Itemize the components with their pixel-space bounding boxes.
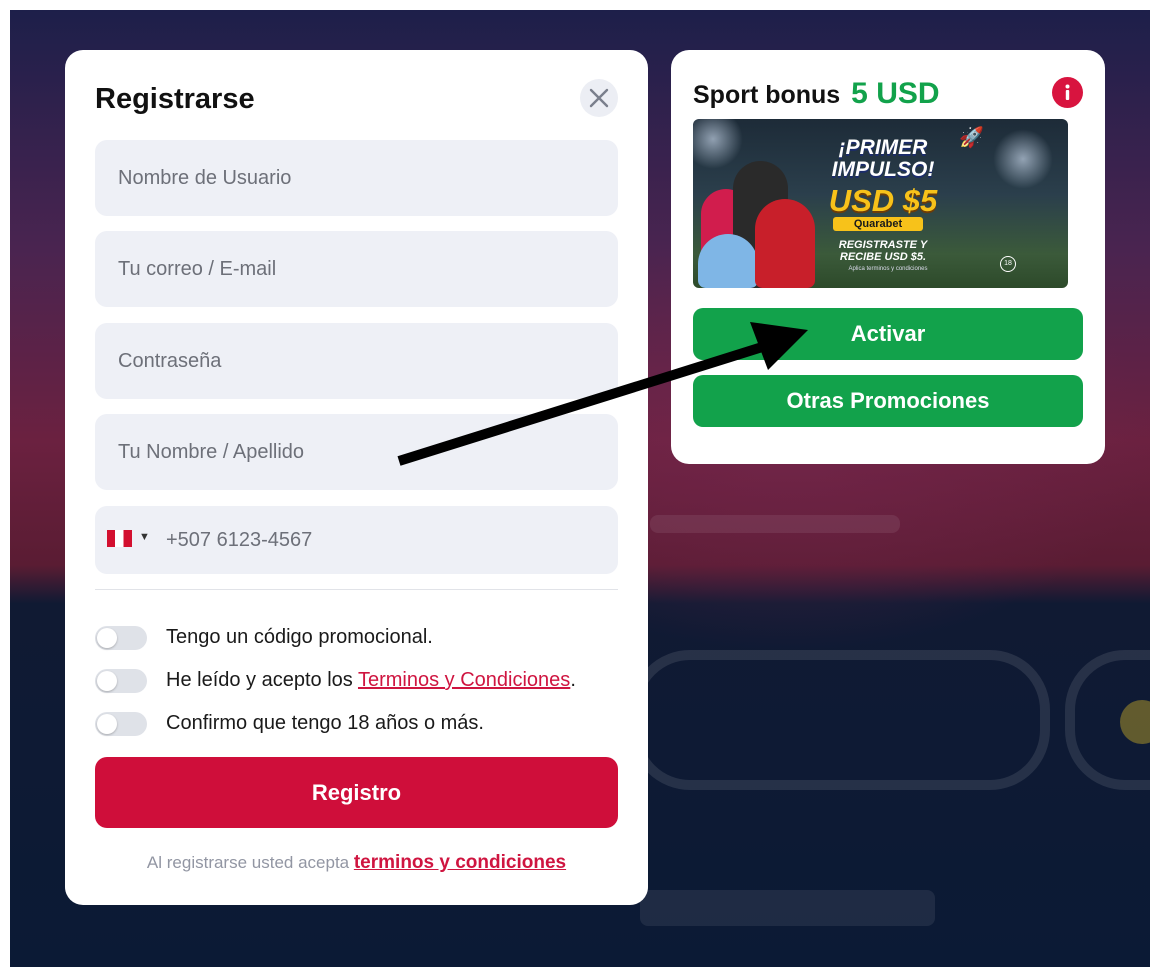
close-button[interactable] bbox=[580, 79, 618, 117]
promo-code-label: Tengo un código promocional. bbox=[166, 626, 433, 648]
info-icon bbox=[1065, 84, 1070, 100]
registration-modal: Registrarse ▼ Tengo un código promociona… bbox=[65, 50, 648, 905]
register-button[interactable]: Registro bbox=[95, 757, 618, 828]
backdrop-heading-blur bbox=[640, 890, 935, 926]
age-toggle[interactable] bbox=[95, 712, 147, 736]
fullname-input[interactable] bbox=[95, 414, 618, 490]
terms-row: He leído y acepto los Terminos y Condici… bbox=[95, 667, 618, 695]
bonus-title: Sport bonus 5 USD bbox=[693, 77, 940, 111]
player-figure bbox=[698, 234, 758, 288]
banner-fine-print: Aplica terminos y condiciones bbox=[848, 266, 928, 272]
age-label: Confirmo que tengo 18 años o más. bbox=[166, 712, 484, 734]
promo-code-toggle[interactable] bbox=[95, 626, 147, 650]
stadium-light bbox=[693, 119, 743, 169]
close-icon bbox=[589, 88, 609, 108]
footer-note: Al registrarse usted acepta terminos y c… bbox=[65, 852, 648, 874]
terms-toggle[interactable] bbox=[95, 669, 147, 693]
footer-note-prefix: Al registrarse usted acepta bbox=[146, 853, 354, 872]
terms-label-suffix: . bbox=[570, 669, 576, 691]
player-figure bbox=[755, 199, 815, 288]
toggle-knob bbox=[97, 628, 117, 648]
phone-input[interactable] bbox=[95, 506, 618, 574]
banner-subline: REGISTRASTE Y RECIBE USD $5. bbox=[838, 239, 928, 263]
banner-amount: USD $5 bbox=[828, 183, 938, 218]
modal-title: Registrarse bbox=[95, 83, 255, 115]
other-promotions-button[interactable]: Otras Promociones bbox=[693, 375, 1083, 427]
bonus-card: Sport bonus 5 USD 🚀 ¡PRIMER IMPULSO! USD… bbox=[671, 50, 1105, 464]
footer-terms-link[interactable]: terminos y condiciones bbox=[354, 852, 566, 873]
phone-field: ▼ bbox=[95, 506, 618, 574]
promo-banner: 🚀 ¡PRIMER IMPULSO! USD $5 Quarabet REGIS… bbox=[693, 119, 1068, 288]
rocket-icon: 🚀 bbox=[959, 127, 984, 149]
info-button[interactable] bbox=[1052, 77, 1083, 108]
terms-link[interactable]: Terminos y Condiciones bbox=[358, 669, 570, 691]
username-field bbox=[95, 140, 618, 216]
bonus-amount: 5 USD bbox=[851, 77, 940, 110]
banner-headline: ¡PRIMER IMPULSO! bbox=[831, 136, 935, 181]
divider bbox=[95, 589, 618, 590]
banner-brand: Quarabet bbox=[833, 217, 923, 231]
age-row: Confirmo que tengo 18 años o más. bbox=[95, 710, 618, 738]
activate-button[interactable]: Activar bbox=[693, 308, 1083, 360]
stadium-light bbox=[993, 129, 1053, 189]
bonus-title-label: Sport bonus bbox=[693, 81, 841, 109]
backdrop-text-blur bbox=[650, 515, 900, 533]
email-field bbox=[95, 231, 618, 307]
email-input[interactable] bbox=[95, 231, 618, 307]
toggle-knob bbox=[97, 714, 117, 734]
password-field bbox=[95, 323, 618, 399]
password-input[interactable] bbox=[95, 323, 618, 399]
toggle-knob bbox=[97, 671, 117, 691]
backdrop-pill bbox=[630, 650, 1050, 790]
username-input[interactable] bbox=[95, 140, 618, 216]
fullname-field bbox=[95, 414, 618, 490]
promo-code-row: Tengo un código promocional. bbox=[95, 624, 618, 652]
terms-label-prefix: He leído y acepto los bbox=[166, 669, 358, 691]
age-badge: 18 bbox=[1000, 256, 1016, 272]
terms-label: He leído y acepto los Terminos y Condici… bbox=[166, 669, 576, 692]
